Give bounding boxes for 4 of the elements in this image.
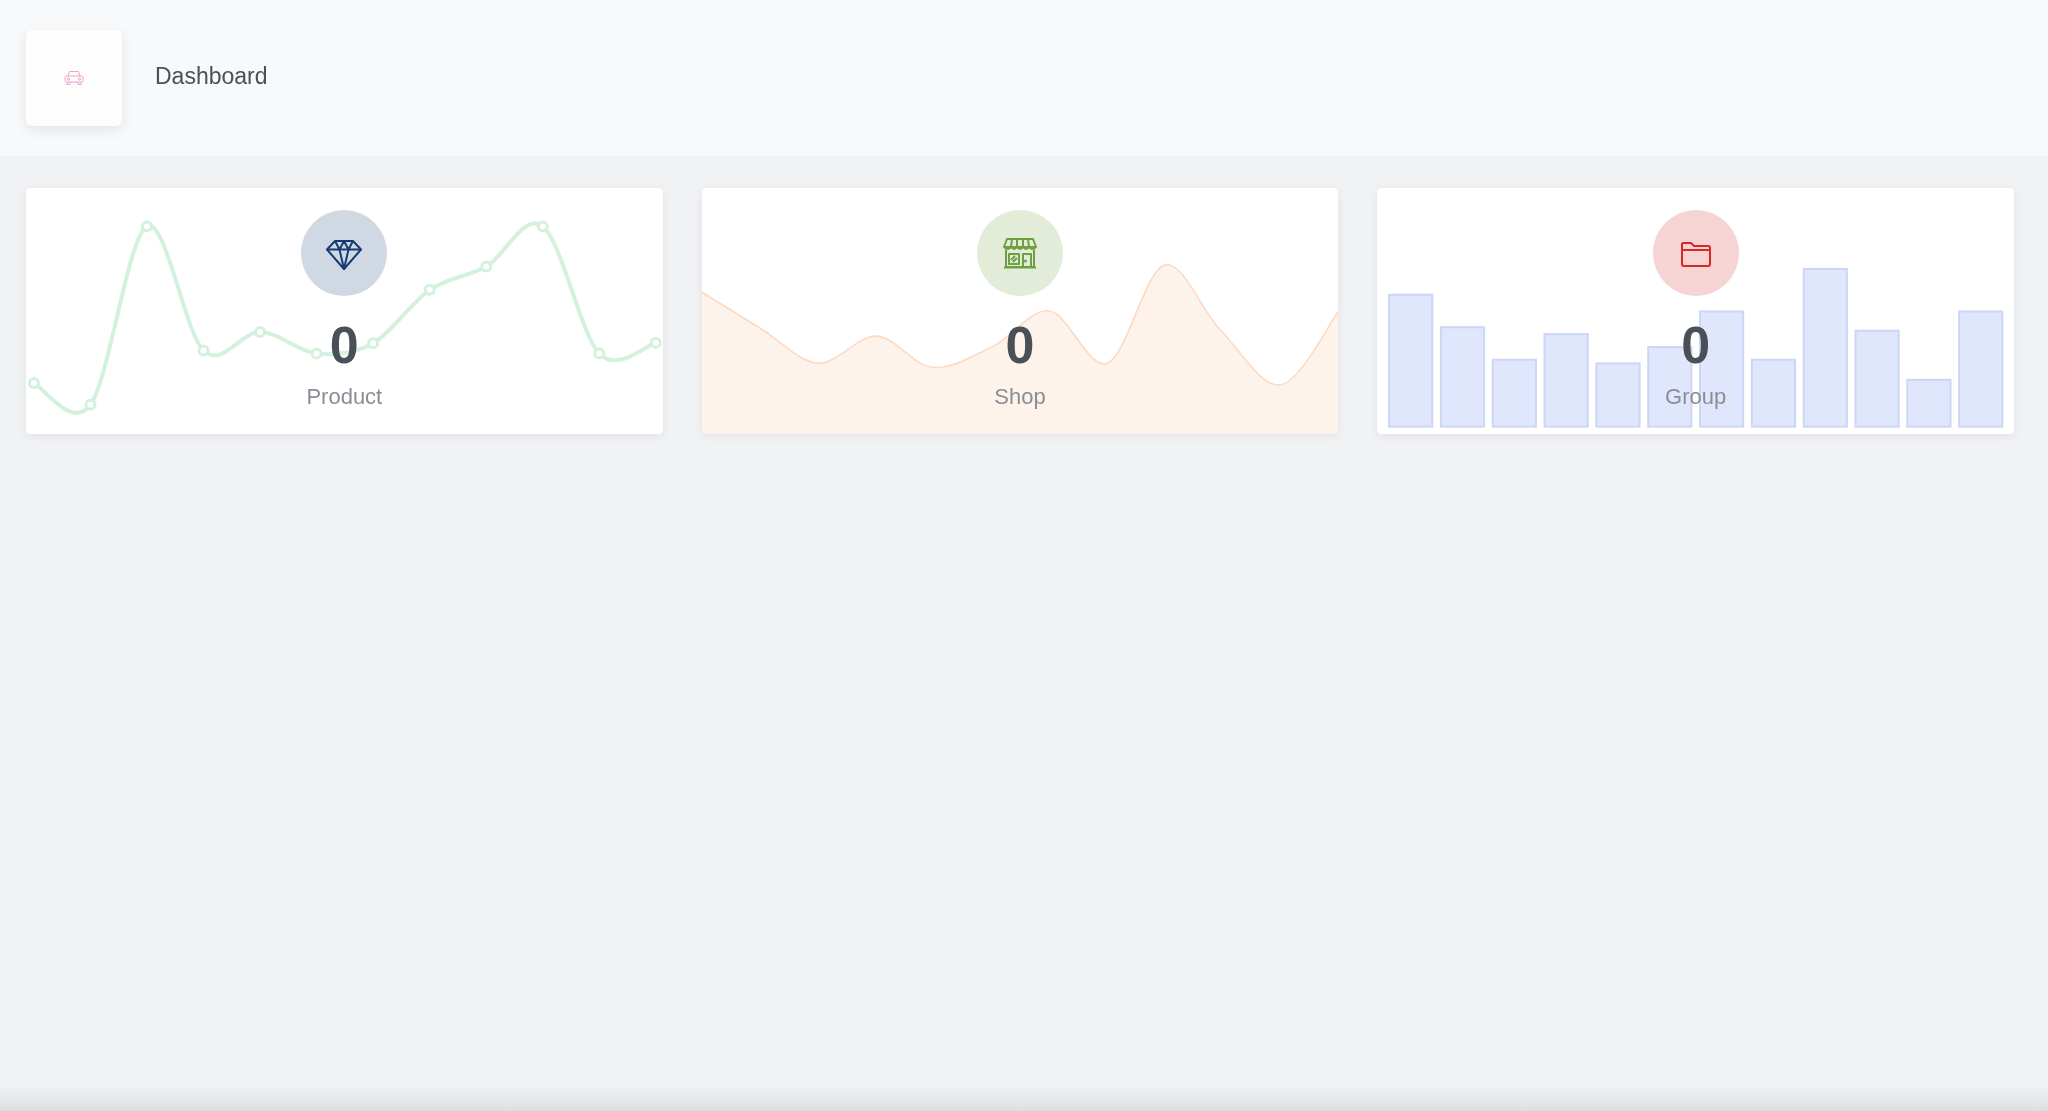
- page-title: Dashboard: [155, 62, 268, 90]
- car-icon: [64, 70, 84, 86]
- stat-value: 0: [1005, 315, 1035, 375]
- stat-label: Shop: [994, 383, 1046, 411]
